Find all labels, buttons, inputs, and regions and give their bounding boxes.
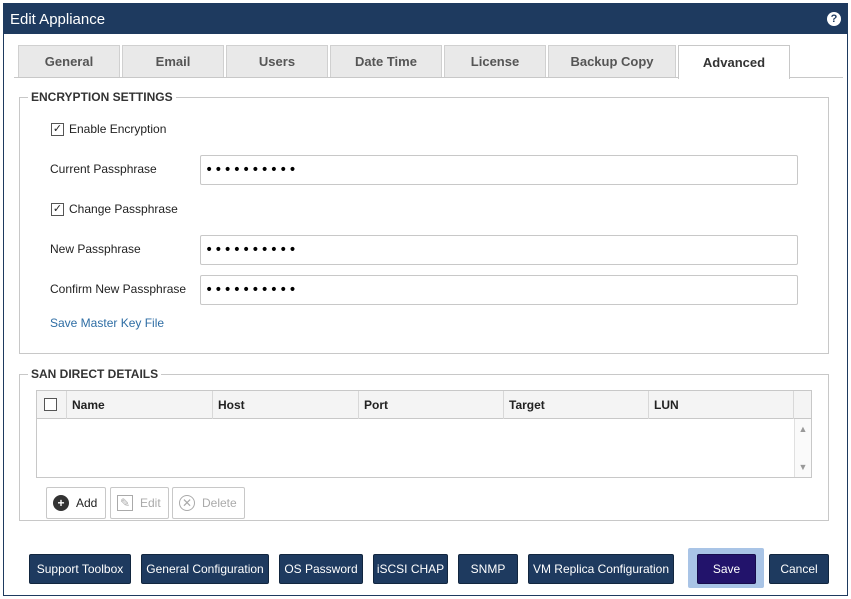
- change-passphrase-row: ✓ Change Passphrase: [51, 202, 178, 216]
- dialog-title: Edit Appliance: [10, 10, 106, 28]
- iscsi-chap-button[interactable]: iSCSI CHAP: [373, 554, 448, 584]
- support-toolbox-button[interactable]: Support Toolbox: [29, 554, 131, 584]
- snmp-button[interactable]: SNMP: [458, 554, 518, 584]
- cancel-button[interactable]: Cancel: [769, 554, 829, 584]
- save-master-key-link[interactable]: Save Master Key File: [50, 316, 164, 330]
- tab-users[interactable]: Users: [226, 45, 328, 77]
- enable-encryption-row: ✓ Enable Encryption: [51, 122, 166, 136]
- grid-scrollbar[interactable]: ▲ ▼: [794, 419, 811, 477]
- general-configuration-button[interactable]: General Configuration: [141, 554, 269, 584]
- tab-advanced[interactable]: Advanced: [678, 45, 790, 79]
- edit-button[interactable]: ✎ Edit: [110, 487, 169, 519]
- column-lun[interactable]: LUN: [648, 391, 793, 419]
- new-passphrase-label: New Passphrase: [50, 242, 141, 256]
- column-target[interactable]: Target: [503, 391, 648, 419]
- san-direct-grid: Name Host Port Target LUN ▲ ▼: [36, 390, 812, 478]
- san-direct-legend: SAN DIRECT DETAILS: [28, 367, 162, 381]
- grid-header: Name Host Port Target LUN: [37, 391, 811, 419]
- enable-encryption-checkbox[interactable]: ✓: [51, 122, 64, 136]
- tab-email[interactable]: Email: [122, 45, 224, 77]
- scroll-up-icon[interactable]: ▲: [795, 421, 811, 437]
- column-spacer: [793, 391, 812, 419]
- current-passphrase-label: Current Passphrase: [50, 162, 157, 176]
- edit-icon: ✎: [117, 495, 133, 511]
- plus-icon: +: [53, 495, 69, 511]
- confirm-passphrase-label: Confirm New Passphrase: [50, 282, 187, 296]
- add-button[interactable]: + Add: [46, 487, 106, 519]
- tab-general[interactable]: General: [18, 45, 120, 77]
- save-button[interactable]: Save: [697, 554, 756, 584]
- vm-replica-configuration-button[interactable]: VM Replica Configuration: [528, 554, 674, 584]
- os-password-button[interactable]: OS Password: [279, 554, 363, 584]
- tab-license[interactable]: License: [444, 45, 546, 77]
- add-button-label: Add: [76, 496, 98, 510]
- title-bar: Edit Appliance ?: [4, 4, 847, 34]
- delete-button[interactable]: ✕ Delete: [172, 487, 245, 519]
- tab-date-time[interactable]: Date Time: [330, 45, 442, 77]
- help-icon[interactable]: ?: [827, 12, 841, 26]
- column-host[interactable]: Host: [212, 391, 358, 419]
- delete-button-label: Delete: [202, 496, 237, 510]
- tab-bar: General Email Users Date Time License Ba…: [14, 45, 843, 79]
- scroll-down-icon[interactable]: ▼: [795, 459, 811, 475]
- encryption-settings-section: ENCRYPTION SETTINGS ✓ Enable Encryption …: [19, 90, 829, 354]
- san-direct-section: SAN DIRECT DETAILS Name Host Port Target…: [19, 367, 829, 521]
- column-port[interactable]: Port: [358, 391, 503, 419]
- change-passphrase-label: Change Passphrase: [69, 202, 178, 216]
- select-all-checkbox[interactable]: [44, 398, 57, 411]
- change-passphrase-checkbox[interactable]: ✓: [51, 202, 64, 216]
- encryption-settings-legend: ENCRYPTION SETTINGS: [28, 90, 176, 104]
- delete-icon: ✕: [179, 495, 195, 511]
- tab-backup-copy[interactable]: Backup Copy: [548, 45, 676, 77]
- enable-encryption-label: Enable Encryption: [69, 122, 167, 136]
- edit-button-label: Edit: [140, 496, 161, 510]
- current-passphrase-input[interactable]: ••••••••••: [200, 155, 798, 185]
- column-name[interactable]: Name: [66, 391, 212, 419]
- new-passphrase-input[interactable]: ••••••••••: [200, 235, 798, 265]
- confirm-passphrase-input[interactable]: ••••••••••: [200, 275, 798, 305]
